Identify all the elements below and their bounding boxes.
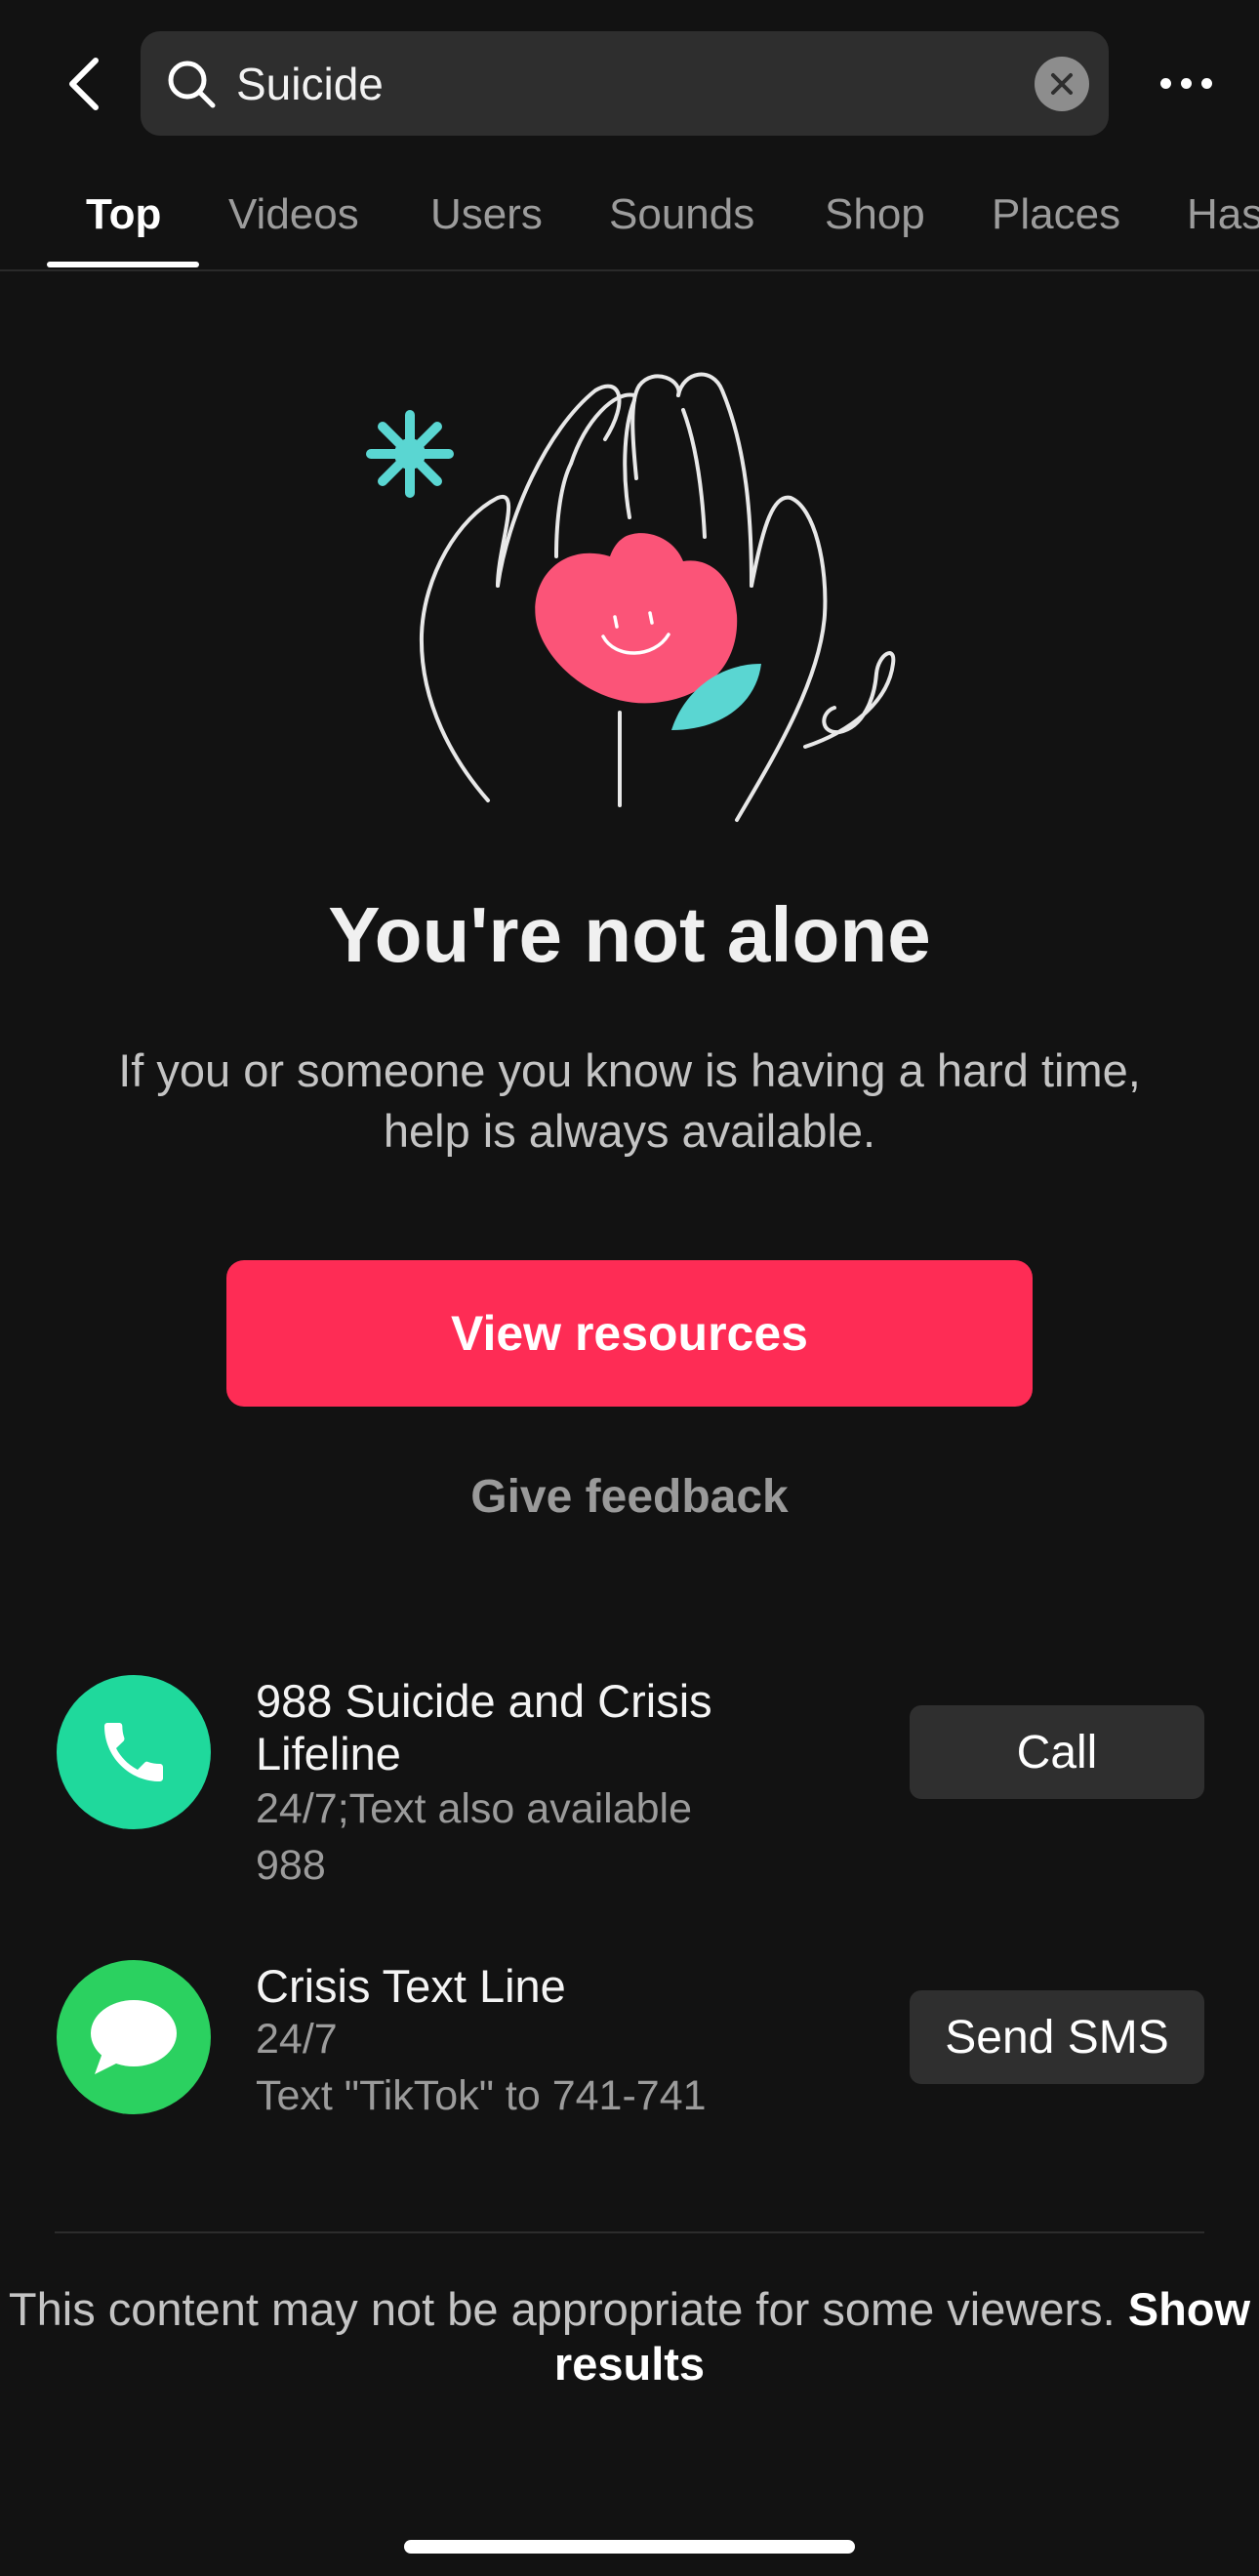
- phone-icon: [104, 1723, 163, 1781]
- divider: [55, 2231, 1204, 2233]
- hands-holding-heart-illustration: [366, 372, 896, 822]
- message-bubble-icon: [91, 2000, 177, 2074]
- dot: [1180, 77, 1192, 89]
- tab-places[interactable]: Places: [992, 185, 1120, 254]
- resource-number: 988: [256, 1842, 326, 1889]
- resource-title: Crisis Text Line: [256, 1960, 566, 2012]
- call-button[interactable]: Call: [910, 1705, 1204, 1799]
- active-tab-indicator: [47, 262, 199, 267]
- tab-hashtags[interactable]: Has: [1187, 185, 1259, 254]
- chevron-left-icon: [69, 58, 99, 110]
- close-icon: [1051, 73, 1073, 95]
- more-options-button[interactable]: [1142, 59, 1230, 107]
- crisis-text-avatar: [57, 1960, 211, 2114]
- tab-shop[interactable]: Shop: [825, 185, 925, 254]
- search-icon: [168, 61, 216, 108]
- home-indicator[interactable]: [404, 2540, 855, 2554]
- resource-title: 988 Suicide and Crisis Lifeline: [256, 1675, 712, 1779]
- view-resources-button[interactable]: View resources: [226, 1260, 1033, 1407]
- tab-videos[interactable]: Videos: [228, 185, 359, 254]
- dot: [1200, 77, 1212, 89]
- search-bar[interactable]: [141, 31, 1109, 138]
- tab-sounds[interactable]: Sounds: [609, 185, 754, 254]
- back-button[interactable]: [51, 45, 117, 123]
- content-warning-text: This content may not be appropriate for …: [8, 2283, 1116, 2335]
- content-warning: This content may not be appropriate for …: [0, 2282, 1259, 2392]
- send-sms-button[interactable]: Send SMS: [910, 1990, 1204, 2084]
- give-feedback-link[interactable]: Give feedback: [0, 1470, 1259, 1524]
- sparkle-icon: [366, 410, 454, 498]
- search-header: [0, 0, 1259, 176]
- dot: [1159, 77, 1171, 89]
- search-input[interactable]: [234, 31, 980, 138]
- resource-availability: 24/7;Text also available: [256, 1785, 693, 1832]
- page-title: You're not alone: [328, 891, 931, 978]
- tab-users[interactable]: Users: [430, 185, 543, 254]
- resource-instructions: Text "TikTok" to 741-741: [256, 2072, 707, 2119]
- resource-availability: 24/7: [256, 2016, 338, 2063]
- search-tabs: Top Videos Users Sounds Shop Places Has: [0, 176, 1259, 271]
- lifeline-avatar: [57, 1675, 211, 1829]
- tab-top[interactable]: Top: [86, 185, 161, 254]
- clear-search-button[interactable]: [1035, 57, 1089, 111]
- support-message: If you or someone you know is having a h…: [118, 1044, 1141, 1157]
